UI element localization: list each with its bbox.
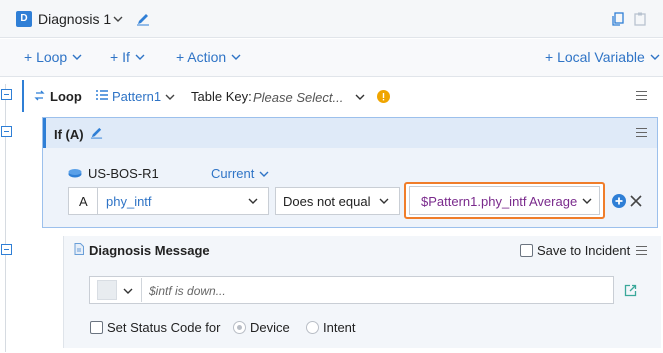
value-modifier: Average (529, 194, 578, 209)
pattern-select[interactable]: Pattern1 (112, 89, 161, 104)
message-separator (141, 278, 142, 302)
add-local-variable-button[interactable]: + Local Variable (545, 49, 660, 65)
diagnosis-type-badge: D (16, 11, 32, 27)
add-action-button[interactable]: + Action (176, 49, 241, 65)
condition-letter-text: A (79, 194, 88, 209)
remove-condition-icon[interactable] (630, 195, 642, 207)
save-to-incident-label: Save to Incident (537, 243, 631, 258)
add-action-label: + Action (176, 49, 227, 65)
table-key-select[interactable]: Please Select... (253, 90, 343, 105)
copy-icon[interactable] (612, 12, 624, 26)
device-radio-label: Device (250, 320, 290, 335)
value-variable: $Pattern1.phy_intf (421, 194, 527, 209)
chevron-down-icon (231, 54, 241, 60)
chevron-down-icon[interactable] (123, 288, 133, 294)
diagnosis-title[interactable]: Diagnosis 1 (38, 11, 111, 27)
edit-title-pencil-icon[interactable] (136, 12, 150, 26)
chevron-down-icon[interactable] (355, 94, 365, 100)
add-loop-button[interactable]: + Loop (24, 49, 82, 65)
device-radio-dot (237, 325, 242, 330)
if-menu-icon[interactable] (636, 128, 647, 137)
if-label: If (A) (54, 127, 84, 142)
collapse-if-icon[interactable] (1, 126, 12, 137)
chevron-down-icon (72, 54, 82, 60)
document-icon (74, 243, 84, 255)
add-local-variable-label: + Local Variable (545, 49, 645, 65)
device-icon (68, 168, 82, 178)
diagnosis-message-title: Diagnosis Message (89, 243, 210, 258)
collapse-loop-icon[interactable] (1, 89, 12, 100)
intent-radio[interactable] (306, 321, 319, 334)
add-if-label: + If (110, 49, 130, 65)
edit-if-pencil-icon[interactable] (90, 126, 103, 139)
table-key-label: Table Key: (191, 89, 252, 104)
warning-icon[interactable] (377, 90, 390, 103)
add-loop-label: + Loop (24, 49, 68, 65)
pattern-list-icon (95, 89, 109, 102)
chevron-down-icon[interactable] (248, 198, 258, 204)
loop-menu-icon[interactable] (636, 91, 647, 100)
loop-label: Loop (50, 89, 82, 104)
scope-select[interactable]: Current (211, 166, 254, 181)
chevron-down-icon[interactable] (379, 198, 389, 204)
chevron-down-icon (650, 54, 660, 60)
intent-radio-label: Intent (323, 320, 356, 335)
chevron-down-icon[interactable] (582, 198, 592, 204)
chevron-down-icon[interactable] (165, 94, 175, 100)
loop-icon (33, 89, 46, 102)
title-dropdown-chevron-icon[interactable] (113, 16, 123, 22)
chevron-down-icon (135, 54, 145, 60)
paste-icon[interactable] (634, 12, 646, 26)
diagnosis-message-input[interactable]: $intf is down... (149, 284, 226, 298)
add-condition-icon[interactable] (612, 194, 626, 208)
collapse-diagnosis-icon[interactable] (1, 244, 12, 255)
open-external-icon[interactable] (624, 284, 637, 297)
add-if-button[interactable]: + If (110, 49, 145, 65)
tree-rail (5, 84, 6, 352)
set-status-code-label: Set Status Code for (107, 320, 221, 335)
if-block-header (43, 118, 657, 148)
set-status-code-checkbox[interactable] (90, 321, 103, 334)
save-to-incident-checkbox[interactable] (520, 244, 533, 257)
device-name: US-BOS-R1 (88, 166, 159, 181)
field-select-value: phy_intf (106, 194, 152, 209)
operator-select-value: Does not equal (283, 194, 371, 209)
message-color-swatch[interactable] (97, 280, 117, 300)
diagnosis-menu-icon[interactable] (636, 246, 647, 255)
chevron-down-icon[interactable] (259, 171, 269, 177)
